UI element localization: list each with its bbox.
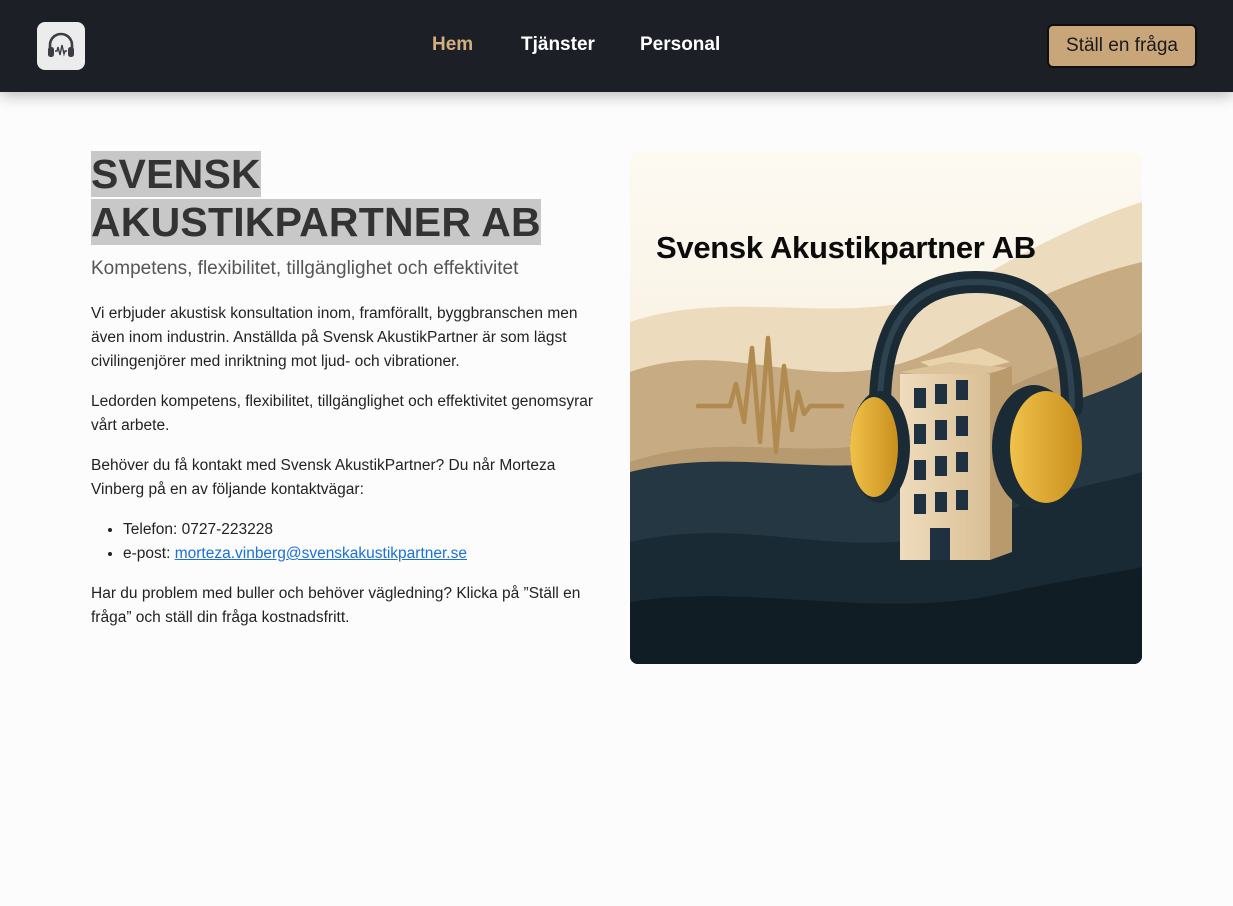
hero-image-title: Svensk Akustikpartner AB xyxy=(656,230,1036,265)
page-title-text: SVENSK AKUSTIKPARTNER AB xyxy=(91,151,541,245)
values-paragraph: Ledorden kompetens, flexibilitet, tillgä… xyxy=(91,393,594,434)
hero-illustration-graphic xyxy=(630,152,1142,664)
ask-question-button[interactable]: Ställ en fråga xyxy=(1047,24,1197,68)
email-link[interactable]: morteza.vinberg@svenskakustikpartner.se xyxy=(175,545,467,562)
page-title: SVENSK AKUSTIKPARTNER AB xyxy=(91,150,611,246)
contact-email: e-post: morteza.vinberg@svenskakustikpar… xyxy=(123,542,611,566)
nav-link-tjanster[interactable]: Tjänster xyxy=(521,34,595,56)
phone-label: Telefon: xyxy=(123,521,182,538)
page-subtitle: Kompetens, flexibilitet, tillgänglighet … xyxy=(91,258,519,279)
hero-illustration: Svensk Akustikpartner AB xyxy=(630,152,1142,664)
intro-paragraph: Vi erbjuder akustisk konsultation inom, … xyxy=(91,305,578,370)
top-navbar: Hem Tjänster Personal Ställ en fråga xyxy=(0,0,1233,92)
contact-list: Telefon: 0727-223228 e-post: morteza.vin… xyxy=(91,518,611,566)
cta-paragraph: Har du problem med buller och behöver vä… xyxy=(91,585,581,626)
contact-phone: Telefon: 0727-223228 xyxy=(123,518,611,542)
nav-link-hem[interactable]: Hem xyxy=(432,34,473,56)
nav-link-personal[interactable]: Personal xyxy=(640,34,720,56)
phone-number: 0727-223228 xyxy=(181,521,273,538)
email-label: e-post: xyxy=(123,545,175,562)
intro-section: SVENSK AKUSTIKPARTNER AB Kompetens, flex… xyxy=(91,150,611,630)
contact-paragraph: Behöver du få kontakt med Svensk Akustik… xyxy=(91,457,556,498)
